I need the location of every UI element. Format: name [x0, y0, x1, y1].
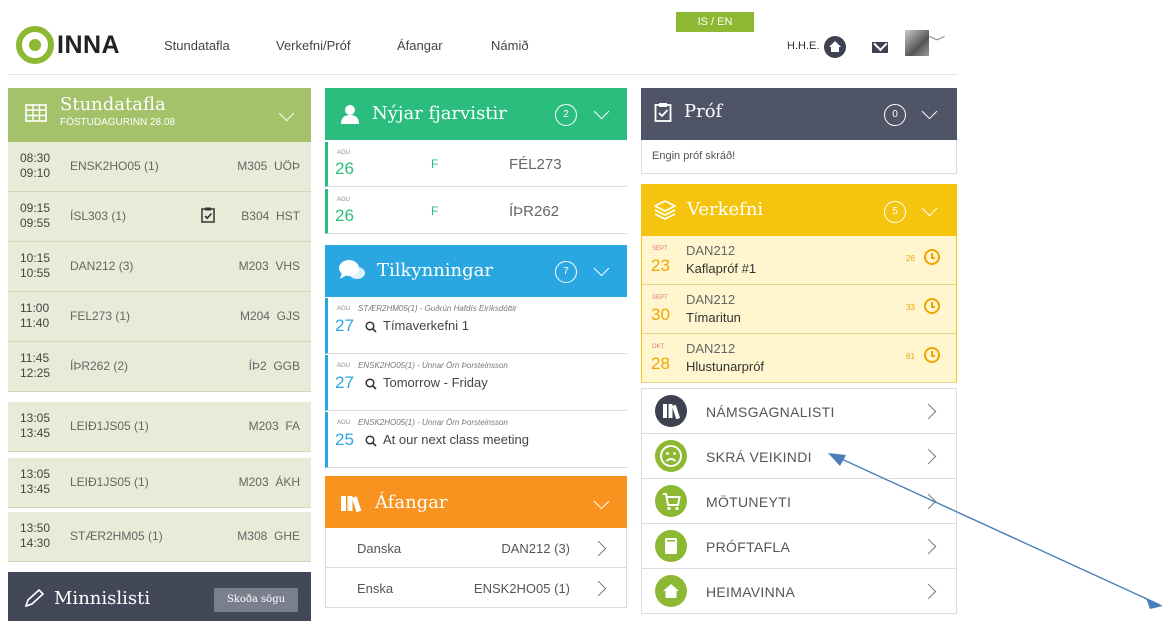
annotation-arrow [828, 453, 1163, 609]
